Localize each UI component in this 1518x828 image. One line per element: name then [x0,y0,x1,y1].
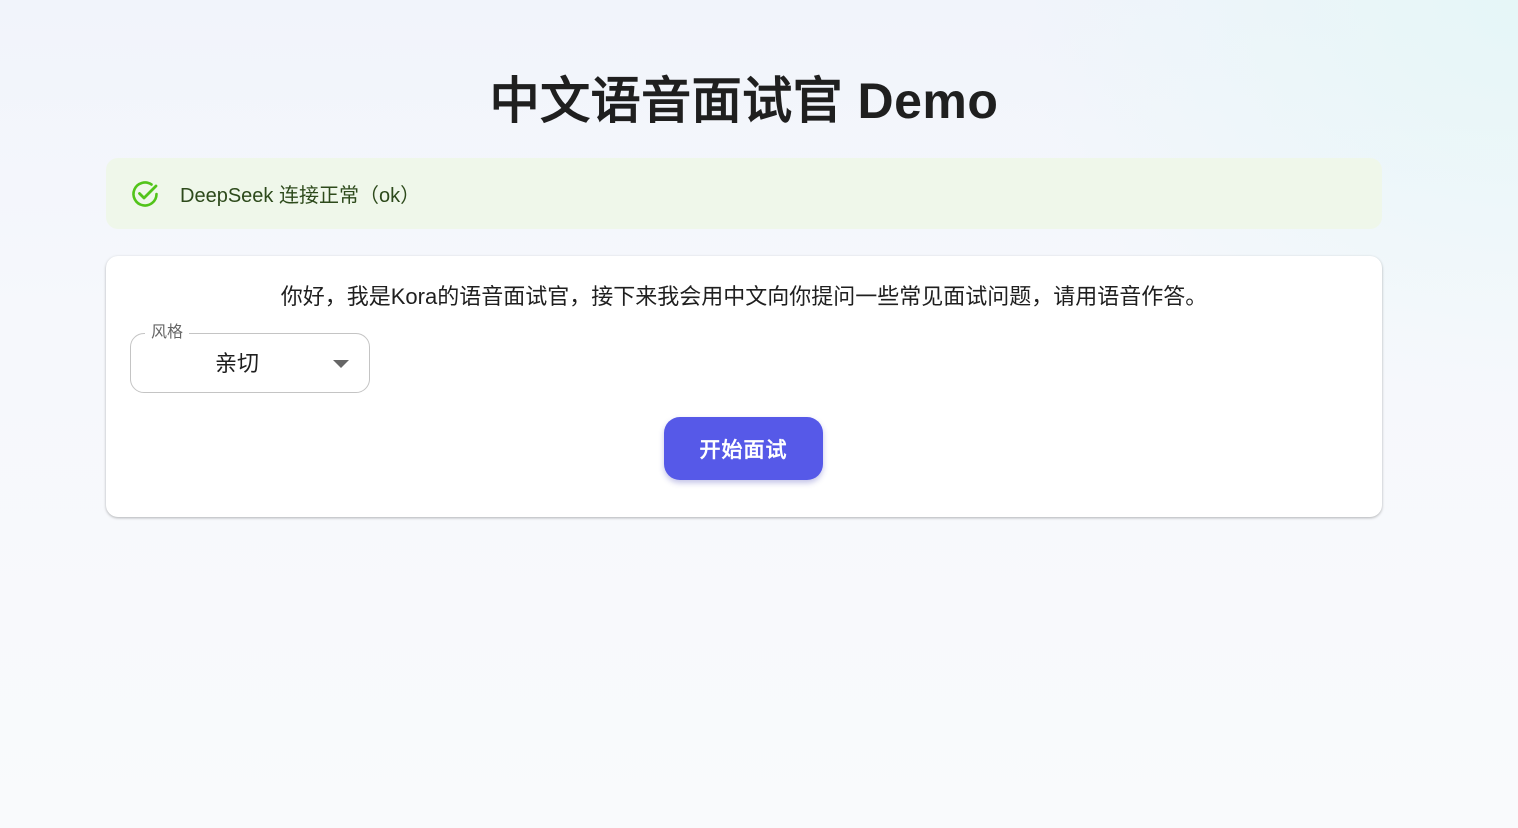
connection-status-text: DeepSeek 连接正常（ok） [180,185,421,207]
connection-status-alert: DeepSeek 连接正常（ok） [106,158,1382,229]
style-select-label: 风格 [145,322,190,344]
check-circle-icon [130,179,160,209]
interview-card: 你好，我是Kora的语音面试官，接下来我会用中文向你提问一些常见面试问题，请用语… [106,256,1382,517]
style-select[interactable]: 风格 亲切 [130,322,370,393]
caret-down-icon [333,360,349,368]
interviewer-intro-text: 你好，我是Kora的语音面试官，接下来我会用中文向你提问一些常见面试问题，请用语… [280,284,1208,309]
style-select-value: 亲切 [214,351,259,376]
page-title: 中文语音面试官 Demo [489,73,999,129]
start-interview-button[interactable]: 开始面试 [664,417,823,480]
